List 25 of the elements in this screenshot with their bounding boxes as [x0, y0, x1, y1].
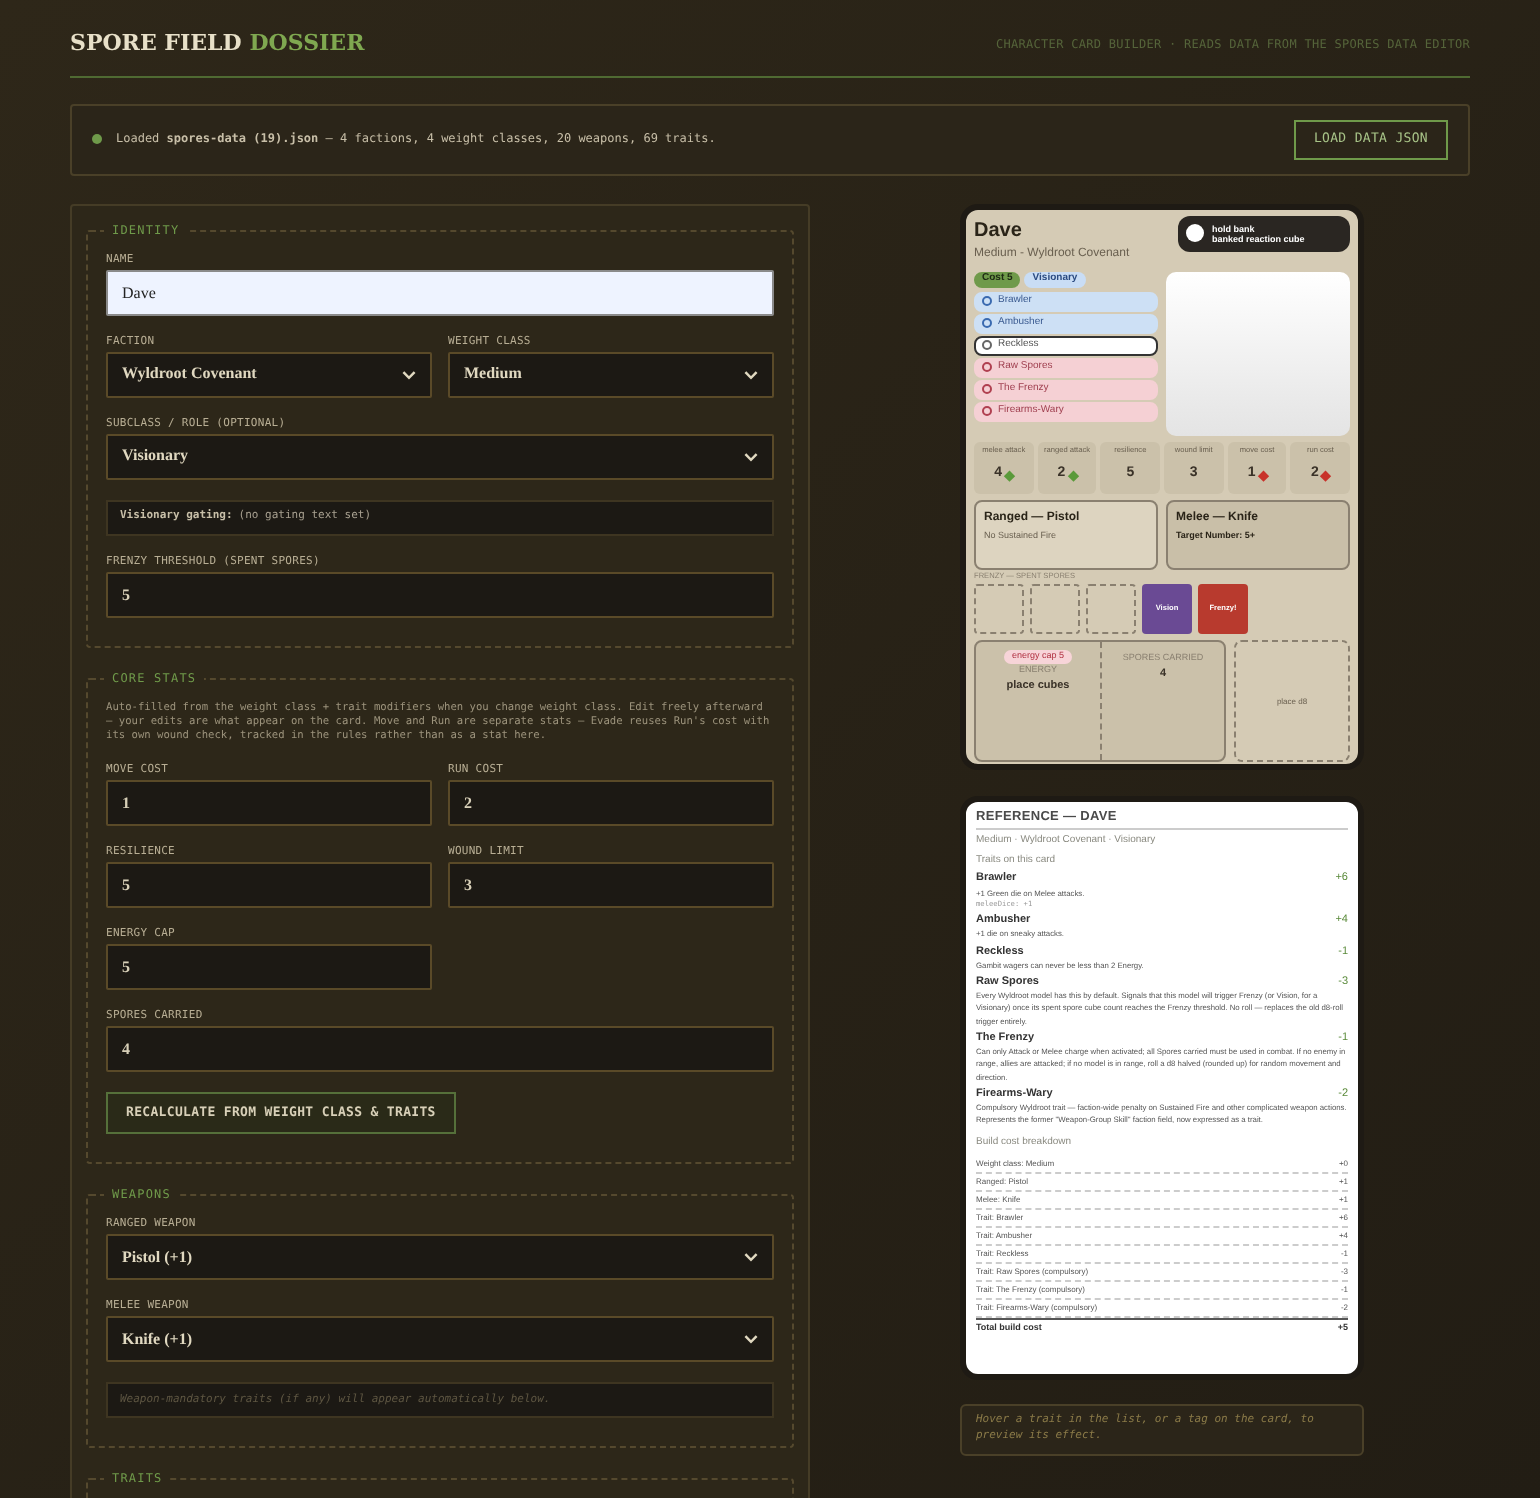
number-input[interactable]: 1 [106, 780, 432, 827]
chevron-down-icon [744, 451, 758, 461]
number-input[interactable]: 5 [106, 862, 432, 909]
select-field[interactable]: Visionary [106, 433, 774, 479]
chevron-down-icon [744, 1252, 758, 1263]
chevron-down-icon [744, 369, 758, 379]
number-input[interactable]: 2 [448, 780, 774, 827]
chevron-down-icon [402, 369, 416, 379]
select-field[interactable]: Medium [448, 351, 774, 397]
number-input[interactable]: 5 [106, 944, 432, 991]
select-field[interactable]: Knife (+1) [106, 1316, 774, 1363]
number-input[interactable]: 4 [106, 1026, 774, 1073]
number-input[interactable]: 3 [448, 862, 774, 909]
app-title: SPORE FIELD [70, 28, 242, 60]
empty-slot [1030, 584, 1080, 635]
app-title-accent: DOSSIER [249, 28, 365, 60]
number-input[interactable]: 5 [106, 571, 774, 617]
cube-slot-icon [1186, 224, 1204, 242]
select-field[interactable]: Pistol (+1) [106, 1234, 774, 1281]
character-name: Dave [974, 217, 1024, 245]
chevron-down-icon [744, 1334, 758, 1345]
empty-slot [1086, 584, 1136, 635]
select-field[interactable]: Wyldroot Covenant [106, 351, 432, 397]
empty-slot [974, 584, 1024, 635]
text-input[interactable]: Dave [106, 269, 774, 315]
